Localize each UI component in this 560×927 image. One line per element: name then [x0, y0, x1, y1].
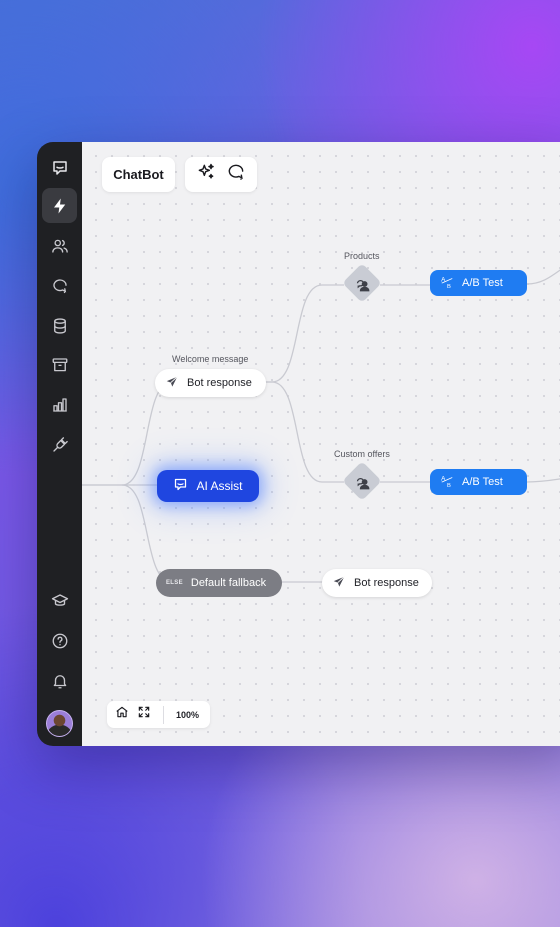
ai-assist-label: AI Assist — [196, 479, 243, 493]
ab-test-node[interactable]: AB A/B Test — [430, 469, 527, 495]
ab-test-label: A/B Test — [462, 476, 503, 488]
send-icon — [165, 375, 179, 392]
toolbar — [185, 157, 257, 192]
fit-screen-icon[interactable] — [137, 705, 151, 724]
flow-canvas[interactable]: ChatBot Welcome message Bot response AI … — [82, 142, 560, 746]
lightning-icon[interactable] — [42, 188, 77, 223]
send-icon — [332, 575, 346, 592]
flow-connectors — [82, 269, 560, 583]
avatar[interactable] — [46, 710, 73, 737]
chat-icon — [173, 477, 188, 495]
bot-response-node[interactable]: Bot response — [322, 569, 432, 597]
chat-question-icon[interactable] — [226, 162, 246, 187]
archive-icon[interactable] — [42, 347, 77, 382]
ai-assist-node[interactable]: AI Assist — [157, 470, 259, 502]
chatbot-app-window: ChatBot Welcome message Bot response AI … — [37, 142, 560, 746]
database-icon[interactable] — [42, 308, 77, 343]
bell-icon[interactable] — [42, 663, 77, 698]
page-title: ChatBot — [102, 157, 175, 192]
chat-logo-icon[interactable] — [42, 150, 77, 185]
custom-offers-caption: Custom offers — [334, 449, 390, 459]
graduation-cap-icon[interactable] — [42, 583, 77, 618]
chat-question-icon[interactable] — [42, 268, 77, 303]
sidebar — [37, 142, 82, 746]
sparkles-icon[interactable] — [196, 162, 216, 187]
ab-test-node[interactable]: AB A/B Test — [430, 270, 527, 296]
svg-text:B: B — [447, 283, 451, 288]
node-label: Bot response — [354, 577, 419, 589]
svg-text:B: B — [447, 482, 451, 487]
user-condition-icon — [353, 473, 371, 491]
welcome-caption: Welcome message — [172, 354, 249, 364]
node-label: Bot response — [187, 377, 252, 389]
bot-response-node[interactable]: Bot response — [155, 369, 266, 397]
default-fallback-node[interactable]: ELSE Default fallback — [156, 569, 282, 597]
ab-icon: AB — [440, 275, 454, 292]
user-condition-icon — [353, 275, 371, 293]
help-circle-icon[interactable] — [42, 623, 77, 658]
home-icon[interactable] — [115, 705, 129, 724]
plug-icon[interactable] — [42, 427, 77, 462]
products-caption: Products — [344, 251, 380, 261]
zoom-level[interactable]: 100% — [176, 710, 199, 720]
divider — [163, 705, 164, 724]
bar-chart-icon[interactable] — [42, 387, 77, 422]
users-icon[interactable] — [42, 228, 77, 263]
zoom-controls: 100% — [107, 701, 210, 728]
ab-test-label: A/B Test — [462, 277, 503, 289]
else-tag: ELSE — [166, 580, 183, 586]
ab-icon: AB — [440, 474, 454, 491]
fallback-label: Default fallback — [190, 577, 267, 589]
